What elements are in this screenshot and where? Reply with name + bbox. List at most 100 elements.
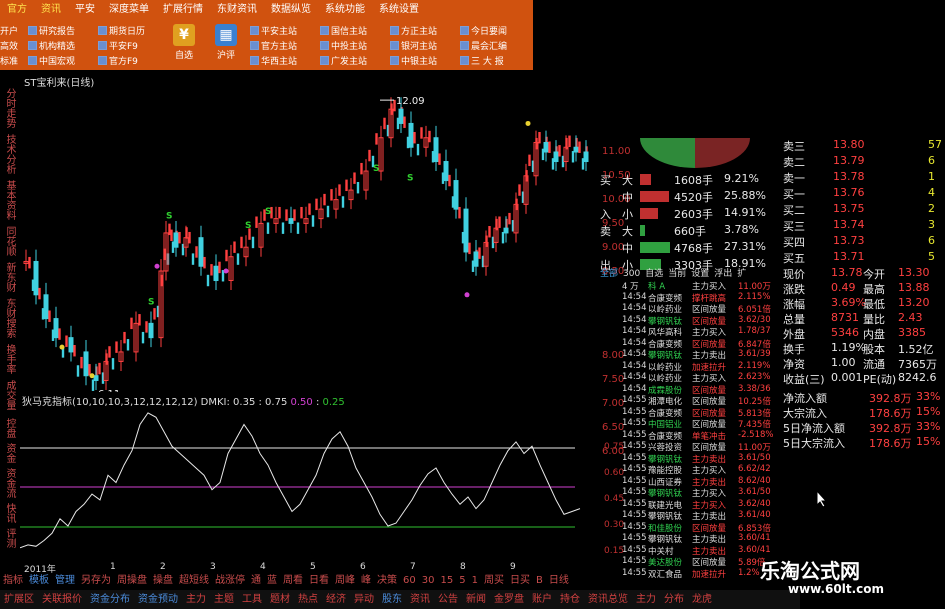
bottom-tab[interactable]: 工具 [238, 590, 266, 609]
indicator-tab[interactable]: 操盘 [150, 574, 176, 588]
site-link[interactable]: 官方主站 [250, 39, 297, 52]
site-link[interactable]: 国信主站 [320, 24, 367, 37]
indicator-tab[interactable]: B [533, 574, 546, 588]
site-link[interactable]: 晨会汇编 [460, 39, 507, 52]
indicator-tab[interactable]: 蓝 [264, 574, 280, 588]
site-link[interactable]: 三 大 报 [460, 54, 504, 67]
shortcut-item[interactable]: 开户 [0, 24, 18, 37]
vtab-item[interactable]: 技术分析 [2, 134, 16, 174]
vtab2-item[interactable]: 控盘 [2, 418, 16, 438]
shortcut-item[interactable]: 机构精选 [28, 39, 75, 52]
bottom-tab[interactable]: 主力 [632, 590, 660, 609]
bottom-tab[interactable]: 龙虎 [688, 590, 716, 609]
bottom-tab[interactable]: 新闻 [462, 590, 490, 609]
bottom-tab[interactable]: 公告 [434, 590, 462, 609]
shortcut-item[interactable]: 期货日历 [98, 24, 145, 37]
quote-tab[interactable]: 浮出 [714, 269, 732, 279]
vtab-item[interactable]: 基本资料 [2, 180, 16, 220]
menu-tab-pingan[interactable]: 平安 [68, 0, 102, 20]
menu-tab-ext[interactable]: 扩展行情 [156, 0, 210, 20]
indicator-tab[interactable]: 模板 [26, 574, 52, 588]
bottom-tab[interactable]: 资金预动 [134, 590, 182, 609]
bottom-tab[interactable]: 题材 [266, 590, 294, 609]
site-link[interactable]: 华西主站 [250, 54, 297, 67]
shortcut-item[interactable]: 官方F9 [98, 54, 138, 67]
bottom-tab[interactable]: 热点 [294, 590, 322, 609]
bottom-tab[interactable]: 金罗盘 [490, 590, 528, 609]
indicator-tab[interactable]: 周操盘 [114, 574, 150, 588]
menu-tab-news[interactable]: 资讯 [34, 0, 68, 20]
bottom-tab[interactable]: 主题 [210, 590, 238, 609]
indicator-tab[interactable]: 管理 [52, 574, 78, 588]
bottom-tab[interactable]: 账户 [528, 590, 556, 609]
quote-tab[interactable]: 扩 [737, 269, 746, 279]
vtab-item[interactable]: 新东财 [2, 262, 16, 292]
vtab2-item[interactable]: 资金 [2, 443, 16, 463]
indicator-tab[interactable]: 周买 [481, 574, 507, 588]
menu-tab-deep[interactable]: 深度菜单 [102, 0, 156, 20]
site-link[interactable]: 平安主站 [250, 24, 297, 37]
bottom-tab[interactable]: 分布 [660, 590, 688, 609]
shortcut-item[interactable]: 高效 [0, 39, 18, 52]
vtab2-item[interactable]: 资金流 [2, 468, 16, 498]
indicator-tab[interactable]: 周看 [280, 574, 306, 588]
site-link[interactable]: 银河主站 [390, 39, 437, 52]
site-link[interactable]: 中银主站 [390, 54, 437, 67]
quote-tab[interactable]: 设置 [691, 269, 709, 279]
quote-tab[interactable]: 当前 [668, 269, 686, 279]
vtab-item[interactable]: 分时走势 [2, 88, 16, 128]
quote-tab[interactable]: 自选 [645, 269, 663, 279]
bottom-tab[interactable]: 资讯总览 [584, 590, 632, 609]
indicator-tab[interactable]: 超短线 [176, 574, 212, 588]
menu-tab-official[interactable]: 官方 [0, 0, 34, 20]
bottom-tab[interactable]: 经济 [322, 590, 350, 609]
bottom-tab[interactable]: 关联报价 [38, 590, 86, 609]
quote-tab[interactable]: 300 [623, 269, 640, 279]
indicator-tab[interactable]: 30 [419, 574, 438, 588]
vtab-item[interactable]: 换手率 [2, 344, 16, 374]
shortcut-item[interactable]: 研究报告 [28, 24, 75, 37]
indicator-tab[interactable]: 指标 [0, 574, 26, 588]
indicator-tab[interactable]: 周峰 [332, 574, 358, 588]
indicator-tab[interactable]: 决策 [374, 574, 400, 588]
indicator-tab[interactable]: 1 [469, 574, 481, 588]
shortcut-item[interactable]: 标准 [0, 54, 18, 67]
indicator-tab[interactable]: 日线 [546, 574, 572, 588]
bottom-tab[interactable]: 股东 [378, 590, 406, 609]
indicator-chart[interactable] [20, 405, 595, 560]
quote-tab[interactable]: 全部 [600, 269, 618, 279]
bottom-tab[interactable]: 资金分布 [86, 590, 134, 609]
indicator-tab[interactable]: 60 [400, 574, 419, 588]
indicator-tab[interactable]: 另存为 [78, 574, 114, 588]
bottom-tab[interactable]: 资讯 [406, 590, 434, 609]
menu-tab-sysfunc[interactable]: 系统功能 [318, 0, 372, 20]
indicator-tab[interactable]: 5 [456, 574, 468, 588]
site-link[interactable]: 广发主站 [320, 54, 367, 67]
vtab-item[interactable]: 同花顺 [2, 226, 16, 256]
vtab-item[interactable]: 东财搜索 [2, 298, 16, 338]
bottom-tab[interactable]: 异动 [350, 590, 378, 609]
bottom-tab[interactable]: 持仓 [556, 590, 584, 609]
kline-chart[interactable]: 12.09 6.11 S S S S S S [20, 72, 595, 392]
site-link[interactable]: 方正主站 [390, 24, 437, 37]
site-link[interactable]: 中投主站 [320, 39, 367, 52]
vtab2-item[interactable]: 快讯 [2, 503, 16, 523]
indicator-tab[interactable]: 通 [248, 574, 264, 588]
site-link[interactable]: 今日要闻 [460, 24, 507, 37]
market-review-button[interactable]: ▦ 沪评 [204, 24, 248, 61]
indicator-tab[interactable]: 战涨停 [212, 574, 248, 588]
vtab2-item[interactable]: 评测 [2, 528, 16, 548]
indicator-tab[interactable]: 峰 [358, 574, 374, 588]
watchlist-button[interactable]: ¥ 自选 [162, 24, 206, 61]
shortcut-item[interactable]: 平安F9 [98, 39, 138, 52]
vtab-item[interactable]: 成交量 [2, 380, 16, 410]
menu-tab-data[interactable]: 数据纵览 [264, 0, 318, 20]
indicator-tab[interactable]: 日看 [306, 574, 332, 588]
indicator-tab[interactable]: 15 [437, 574, 456, 588]
menu-tab-eastmoney[interactable]: 东财资讯 [210, 0, 264, 20]
menu-tab-settings[interactable]: 系统设置 [372, 0, 426, 20]
shortcut-item[interactable]: 中国宏观 [28, 54, 75, 67]
bottom-tab[interactable]: 扩展区 [0, 590, 38, 609]
indicator-tab[interactable]: 日买 [507, 574, 533, 588]
bottom-tab[interactable]: 主力 [182, 590, 210, 609]
